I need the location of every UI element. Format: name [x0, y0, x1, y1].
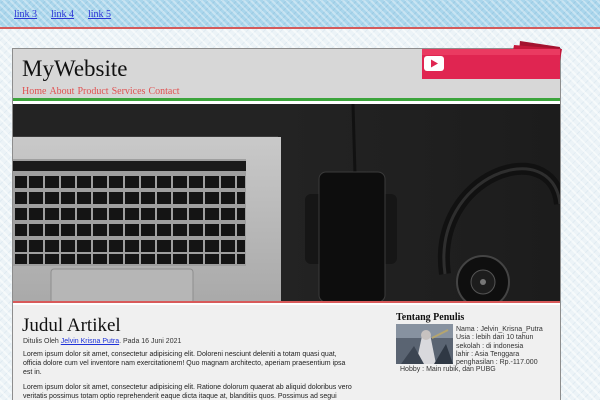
site-title: MyWebsite: [22, 56, 128, 81]
top-nav-link-4[interactable]: link 4: [51, 9, 74, 20]
byline-prefix: Ditulis Oleh: [23, 338, 59, 345]
smartphone: [318, 171, 386, 301]
site-header: MyWebsite Home About Product Services Contac…: [13, 41, 562, 101]
sidebar-title: Tentang Penulis: [396, 312, 465, 323]
author-school: sekolah : di indonesia: [456, 342, 524, 350]
author-hobby: Hobby : Main rubik, dan PUBG: [400, 366, 496, 373]
author-birthplace: lahir : Asia Tenggara: [456, 350, 520, 358]
youtube-icon: [424, 56, 444, 71]
menu-item-about[interactable]: About: [49, 86, 74, 97]
byline-date: . Pada 16 Juni 2021: [119, 338, 182, 345]
author-info: Nama : Jelvin_Krisna_Putra Usia : lebih …: [456, 326, 556, 367]
menu-item-services[interactable]: Services: [112, 86, 146, 97]
top-nav-link-5[interactable]: link 5: [88, 9, 111, 20]
top-nav-bar: link 3 link 4 link 5: [0, 0, 600, 29]
article-paragraph: Lorem ipsum dolor sit amet, consectetur …: [23, 384, 352, 400]
menu-item-home[interactable]: Home: [22, 86, 46, 97]
author-name: Nama : Jelvin_Krisna_Putra: [456, 326, 543, 333]
content-area: Judul Artikel Ditulis Oleh Jelvin Krisna…: [13, 305, 560, 400]
author-avatar: [396, 324, 453, 364]
article-title: Judul Artikel: [22, 315, 121, 336]
top-nav-link-3[interactable]: link 3: [14, 9, 37, 20]
page-container: MyWebsite Home About Product Services Contac…: [12, 41, 562, 400]
article-paragraph: Lorem ipsum dolor sit amet, consectetur …: [23, 351, 346, 376]
menu-item-contact[interactable]: Contact: [148, 86, 179, 97]
menu-item-product[interactable]: Product: [77, 86, 108, 97]
article-byline: Ditulis Oleh Jelvin Krisna Putra. Pada 1…: [23, 338, 181, 345]
youtube-banner[interactable]: [418, 39, 563, 79]
trackpad: [50, 268, 194, 301]
author-age: Usia : lebih dari 10 tahun: [456, 334, 534, 342]
author-link[interactable]: Jelvin Krisna Putra: [61, 338, 119, 345]
hero-image: [13, 104, 560, 303]
main-menu: Home About Product Services Contact: [22, 86, 183, 97]
